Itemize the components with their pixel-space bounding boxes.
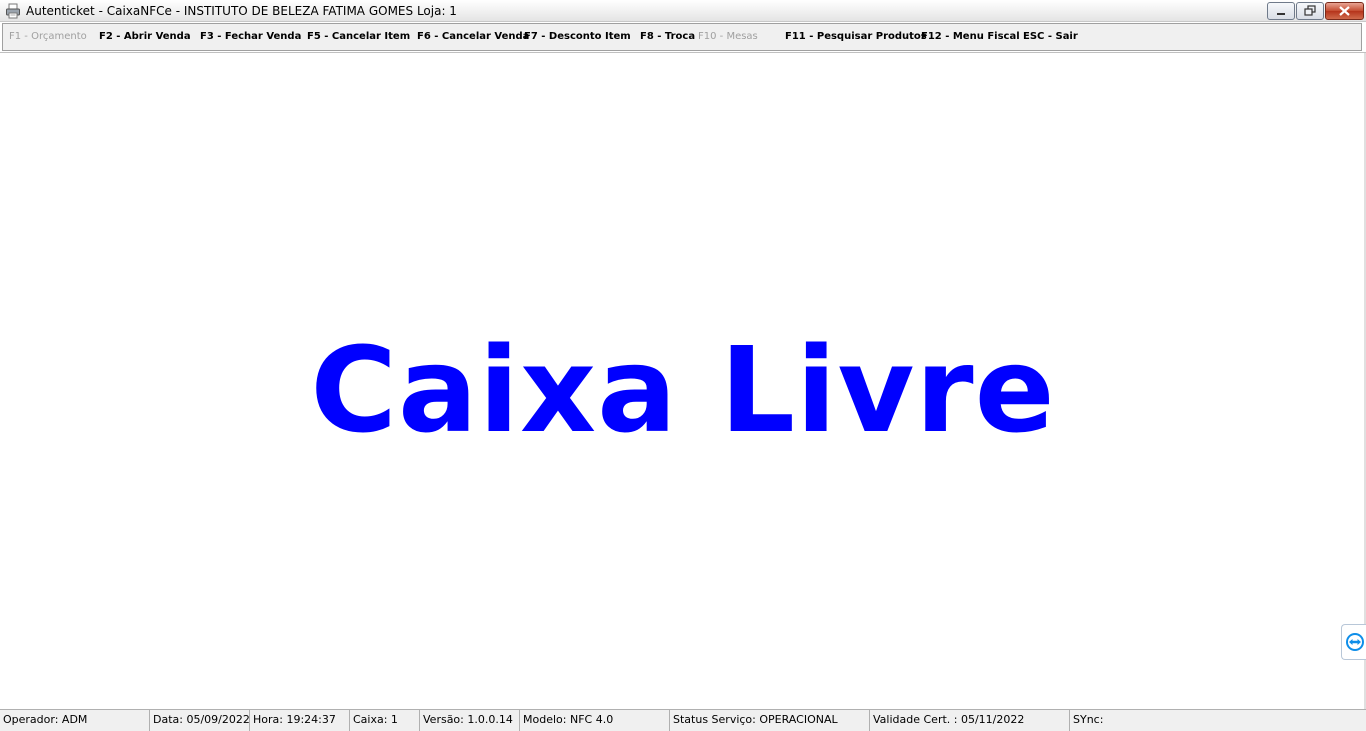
restore-button[interactable] — [1296, 2, 1324, 20]
close-icon — [1339, 6, 1350, 16]
status-operador: Operador: ADM — [0, 710, 150, 731]
window-title: Autenticket - CaixaNFCe - INSTITUTO DE B… — [26, 4, 457, 18]
function-key-toolbar: F1 - Orçamento F2 - Abrir Venda F3 - Fec… — [2, 23, 1362, 51]
f6-cancelar-venda-button[interactable]: F6 - Cancelar Venda — [417, 31, 529, 43]
status-bar: Operador: ADM Data: 05/09/2022 Hora: 19:… — [0, 709, 1366, 731]
esc-sair-button[interactable]: ESC - Sair — [1023, 31, 1078, 43]
remote-support-icon — [1346, 633, 1364, 651]
minimize-icon — [1277, 13, 1285, 15]
register-status-message: Caixa Livre — [310, 321, 1056, 459]
f8-troca-button[interactable]: F8 - Troca — [640, 31, 695, 43]
f11-pesquisar-produtos-button[interactable]: F11 - Pesquisar Produtos — [785, 31, 927, 43]
status-hora: Hora: 19:24:37 — [250, 710, 350, 731]
f10-mesas-button[interactable]: F10 - Mesas — [698, 31, 758, 43]
close-button[interactable] — [1325, 2, 1364, 20]
f5-cancelar-item-button[interactable]: F5 - Cancelar Item — [307, 31, 410, 43]
f7-desconto-item-button[interactable]: F7 - Desconto Item — [524, 31, 631, 43]
printer-icon[interactable] — [5, 3, 21, 19]
status-servico: Status Serviço: OPERACIONAL — [670, 710, 870, 731]
status-caixa: Caixa: 1 — [350, 710, 420, 731]
minimize-button[interactable] — [1267, 2, 1295, 20]
f1-orcamento-button[interactable]: F1 - Orçamento — [9, 31, 87, 43]
f3-fechar-venda-button[interactable]: F3 - Fechar Venda — [200, 31, 301, 43]
f2-abrir-venda-button[interactable]: F2 - Abrir Venda — [99, 31, 191, 43]
status-modelo: Modelo: NFC 4.0 — [520, 710, 670, 731]
status-data: Data: 05/09/2022 — [150, 710, 250, 731]
toolbar-divider — [0, 52, 1366, 53]
status-validade-cert: Validade Cert. : 05/11/2022 — [870, 710, 1070, 731]
status-versao: Versão: 1.0.0.14 — [420, 710, 520, 731]
restore-icon — [1304, 5, 1316, 16]
f12-menu-fiscal-button[interactable]: F12 - Menu Fiscal — [921, 31, 1020, 43]
status-sync: SYnc: — [1073, 713, 1104, 726]
title-bar: Autenticket - CaixaNFCe - INSTITUTO DE B… — [0, 0, 1366, 22]
remote-support-tab[interactable] — [1341, 624, 1366, 660]
